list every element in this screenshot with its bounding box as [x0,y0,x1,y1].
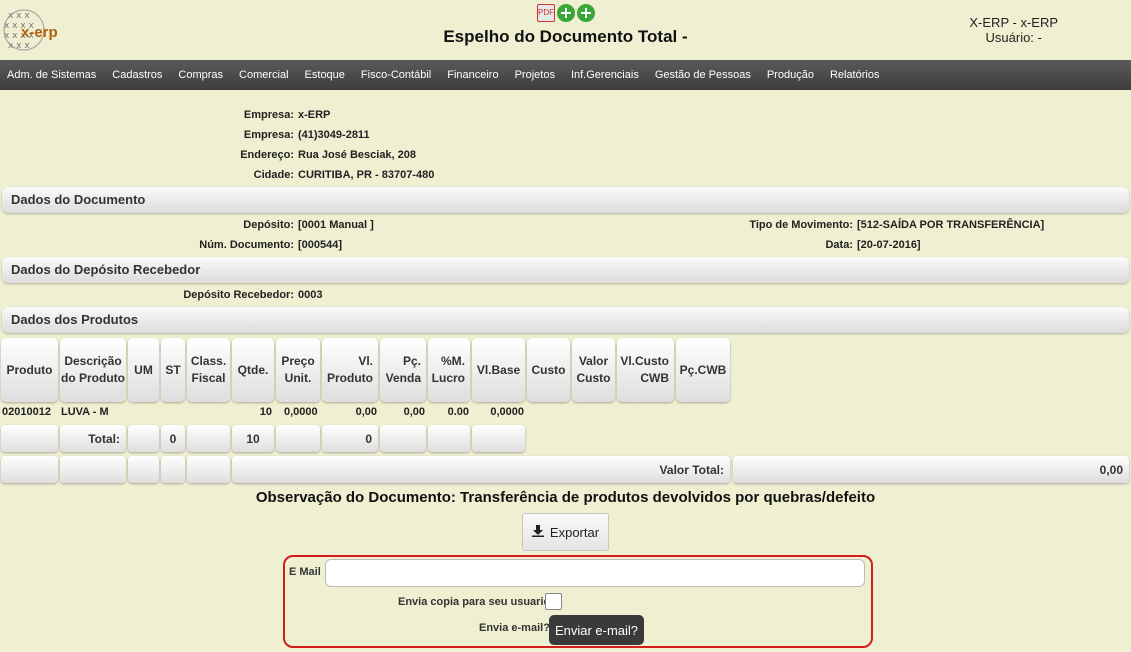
tipo-movimento-row: Tipo de Movimento: [512-SAÍDA POR TRANSFE… [749,219,1045,231]
menu-adm-sistemas[interactable]: Adm. de Sistemas [7,69,96,81]
total-cell-lucro [428,425,470,452]
total-st: 0 [161,425,185,452]
col-vl-custo-cwb[interactable]: Vl.Custo CWB [617,338,674,402]
add-icon[interactable]: + [557,4,575,22]
menu-projetos[interactable]: Projetos [515,69,555,81]
valor-total-label: Valor Total: [232,456,730,483]
copy-checkbox[interactable] [545,593,562,610]
header: x x x x x x x x x x x x x x x-erp PDF + … [0,0,1131,60]
menu-compras[interactable]: Compras [178,69,223,81]
section-dados-documento: Dados do Documento [2,187,1129,213]
cell-pc-venda: 0,00 [403,406,425,418]
section-dados-produtos: Dados dos Produtos [2,307,1129,333]
cell-vl-base: 0,0000 [490,406,524,418]
download-icon [531,524,544,540]
export-button[interactable]: Exportar [522,513,609,551]
menu-comercial[interactable]: Comercial [239,69,289,81]
total-vl-produto: 0 [322,425,378,452]
num-documento-row: Núm. Documento: [000544] [199,239,343,251]
company-address-row: Endereço: Rua José Besciak, 208 [240,149,417,161]
valor-total-value: 0,00 [733,456,1129,483]
vt-cell-1 [1,456,58,483]
vt-cell-2 [60,456,126,483]
svg-text:x x x: x x x [8,11,30,21]
vt-cell-4 [161,456,185,483]
total-cell-preco [276,425,320,452]
menu-estoque[interactable]: Estoque [305,69,345,81]
company-city-row: Cidade: CURITIBA, PR - 83707-480 [253,169,435,181]
total-cell-um [128,425,159,452]
send-label: Envia e-mail? [479,622,550,634]
total-label: Total: [60,425,126,452]
col-preco-unit[interactable]: Preço Unit. [276,338,320,402]
col-class-fiscal[interactable]: Class. Fiscal [187,338,230,402]
company-phone-row: Empresa: (41)3049-2811 [243,129,370,141]
user-info: X-ERP - x-ERP Usuário: - [969,15,1058,45]
section-deposito-recebedor: Dados do Depósito Recebedor [2,257,1129,283]
total-cell-base [472,425,525,452]
copy-label: Envia copia para seu usuario? [398,596,557,608]
total-cell-class [187,425,230,452]
total-qtde: 10 [232,425,274,452]
deposito-recebedor-row: Depósito Recebedor: 0003 [183,289,323,301]
observacao-documento: Observação do Documento: Transferência d… [255,489,876,506]
col-descricao[interactable]: Descrição do Produto [60,338,126,402]
col-produto[interactable]: Produto [1,338,58,402]
menu-producao[interactable]: Produção [767,69,814,81]
menu-gestao-pessoas[interactable]: Gestão de Pessoas [655,69,751,81]
send-email-button[interactable]: Enviar e-mail? [549,615,644,645]
menu-financeiro[interactable]: Financeiro [447,69,498,81]
company-name-row: Empresa: x-ERP [243,109,331,121]
deposito-row: Depósito: [0001 Manual ] [243,219,374,231]
menu-relatorios[interactable]: Relatórios [830,69,880,81]
col-vl-base[interactable]: Vl.Base [472,338,525,402]
col-pc-venda[interactable]: Pç. Venda [380,338,426,402]
email-label: E Mail [289,566,321,578]
col-m-lucro[interactable]: %M. Lucro [428,338,470,402]
col-um[interactable]: UM [128,338,159,402]
menu-cadastros[interactable]: Cadastros [112,69,162,81]
col-custo[interactable]: Custo [527,338,570,402]
menu-inf-gerenciais[interactable]: Inf.Gerenciais [571,69,639,81]
total-cell-pc [380,425,426,452]
page-title: Espelho do Documento Total - [443,27,688,46]
cell-produto: 02010012 [2,406,51,418]
add-more-icon[interactable]: + [577,4,595,22]
col-pc-cwb[interactable]: Pç.CWB [676,338,730,402]
company-user: X-ERP - x-ERP [969,15,1058,30]
data-row: Data: [20-07-2016] [825,239,921,251]
total-cell-blank [1,425,58,452]
col-qtde[interactable]: Qtde. [232,338,274,402]
top-icons: PDF + + [537,4,595,22]
vt-cell-5 [187,456,230,483]
pdf-icon[interactable]: PDF [537,4,555,22]
user-label: Usuário: - [985,30,1042,45]
col-st[interactable]: ST [161,338,185,402]
cell-preco: 0,0000 [284,406,318,418]
vt-cell-3 [128,456,159,483]
col-vl-produto[interactable]: Vl. Produto [322,338,378,402]
col-valor-custo[interactable]: Valor Custo [572,338,615,402]
email-input[interactable] [325,559,865,587]
cell-qtde: 10 [259,406,272,418]
export-label: Exportar [549,524,600,540]
menu-fisco-contabil[interactable]: Fisco-Contábil [361,69,431,81]
cell-descricao: LUVA - M [61,406,109,418]
cell-vl-produto: 0,00 [355,406,377,418]
main-menu: Adm. de Sistemas Cadastros Compras Comer… [0,60,1131,90]
cell-m-lucro: 0.00 [447,406,469,418]
